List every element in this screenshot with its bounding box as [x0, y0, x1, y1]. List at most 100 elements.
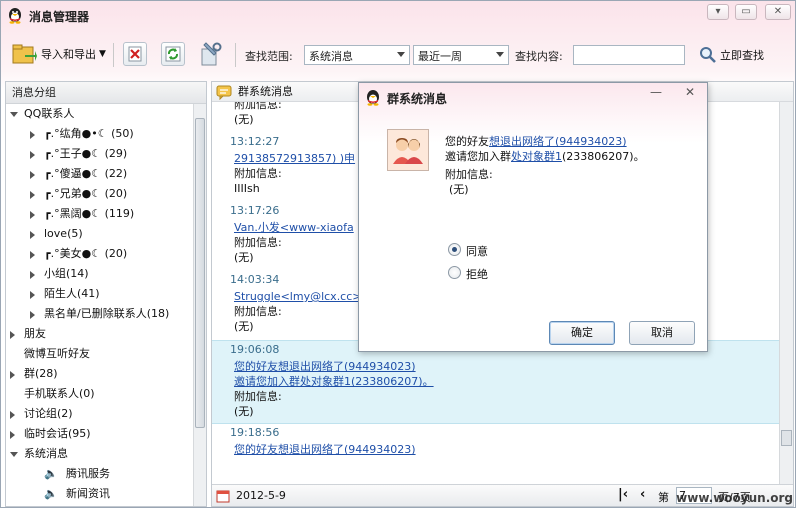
collapse-arrow-icon[interactable] — [30, 151, 35, 159]
tree-node[interactable]: 讨论组(2) — [6, 404, 206, 424]
collapse-arrow-icon[interactable] — [30, 251, 35, 259]
collapse-arrow-icon[interactable] — [30, 311, 35, 319]
message-group-sidebar: 消息分组 QQ联系人 ┏.°纮角●•☾ (50) ┏.°王子●☾ (29) ┏.°傻逼… — [5, 81, 207, 507]
tree-node[interactable]: 🔈 腾讯服务 — [6, 464, 206, 484]
message-line: 附加信息: — [234, 390, 282, 403]
import-export-label: 导入和导出 — [41, 48, 96, 61]
friend-qq-number[interactable]: (944934023) — [555, 135, 627, 148]
cancel-button[interactable]: 取消 — [629, 321, 695, 345]
scrollbar-thumb[interactable] — [195, 118, 205, 428]
refresh-button[interactable] — [161, 42, 185, 66]
range-select[interactable]: 最近一周 — [413, 45, 509, 65]
previous-page-icon[interactable]: ‹ — [640, 487, 645, 502]
expand-arrow-icon[interactable] — [10, 452, 18, 457]
collapse-arrow-icon[interactable] — [10, 331, 15, 339]
collapse-arrow-icon[interactable] — [10, 411, 15, 419]
tree-node[interactable]: ┏.°兄弟●☾ (20) — [6, 184, 206, 204]
collapse-arrow-icon[interactable] — [30, 291, 35, 299]
chevron-down-icon: ▼ — [99, 49, 106, 59]
tree-node-label: 系统消息 — [24, 447, 68, 460]
import-export-button[interactable]: 导入和导出 ▼ — [11, 41, 106, 67]
message-scrollbar[interactable] — [779, 102, 793, 484]
dialog-title: 群系统消息 — [387, 92, 448, 106]
dialog-close-button[interactable]: ✕ — [679, 86, 701, 102]
tree-node[interactable]: 朋友 — [6, 324, 206, 344]
collapse-arrow-icon[interactable] — [30, 191, 35, 199]
friends-avatar-icon — [387, 129, 429, 171]
close-button[interactable]: ✕ — [765, 4, 791, 20]
friend-link[interactable]: 想退出网络了 — [489, 135, 555, 148]
tools-button[interactable] — [198, 41, 224, 67]
chevron-down-icon — [397, 52, 405, 57]
expand-arrow-icon[interactable] — [10, 112, 18, 117]
range-value: 最近一周 — [418, 50, 462, 63]
calendar-icon[interactable] — [216, 489, 230, 503]
collapse-arrow-icon[interactable] — [10, 371, 15, 379]
message-line: 您的好友想退出网络了(944934023) — [234, 443, 416, 456]
tree-node[interactable]: ┏.°王子●☾ (29) — [6, 144, 206, 164]
tree-node[interactable]: 微博互听好友 — [6, 344, 206, 364]
collapse-arrow-icon[interactable] — [30, 271, 35, 279]
dialog-extra-value: (无) — [449, 183, 469, 196]
search-content-input[interactable] — [573, 45, 685, 65]
tree-node[interactable]: ┏.°黑阔●☾ (119) — [6, 204, 206, 224]
tree-node-label: 陌生人(41) — [44, 287, 100, 300]
tree-node[interactable]: 🔈 新闻资讯 — [6, 484, 206, 504]
message-manager-window: 消息管理器 ▾ ▭ ✕ 导入和导出 ▼ 查找范围: 系统消息 最近一周 查找内容… — [0, 0, 796, 508]
message-line: (无) — [234, 405, 254, 418]
tree-node[interactable]: 陌生人(41) — [6, 284, 206, 304]
collapse-arrow-icon[interactable] — [10, 431, 15, 439]
tree-node-label: 黑名单/已删除联系人(18) — [44, 307, 170, 320]
tree-node-label: ┏.°王子●☾ (29) — [44, 147, 128, 160]
dialog-line1-prefix: 您的好友 — [445, 135, 489, 148]
scope-select[interactable]: 系统消息 — [304, 45, 410, 65]
agree-radio[interactable] — [448, 243, 461, 256]
tree-node-label: 讨论组(2) — [24, 407, 73, 420]
ok-button[interactable]: 确定 — [549, 321, 615, 345]
collapse-arrow-icon[interactable] — [30, 211, 35, 219]
dialog-minimize-button[interactable]: — — [645, 86, 667, 102]
tree-node[interactable]: 手机联系人(0) — [6, 384, 206, 404]
agree-label[interactable]: 同意 — [466, 243, 488, 259]
reject-label[interactable]: 拒绝 — [466, 266, 488, 282]
tree-node[interactable]: 黑名单/已删除联系人(18) — [6, 304, 206, 324]
group-message-icon — [216, 85, 232, 100]
scope-value: 系统消息 — [309, 50, 353, 63]
first-page-icon[interactable]: |‹ — [618, 487, 628, 502]
delete-icon — [123, 42, 147, 66]
group-link[interactable]: 处对象群1 — [511, 150, 562, 163]
tree-node-label: 腾讯服务 — [66, 467, 110, 480]
scrollbar-thumb[interactable] — [781, 430, 792, 446]
message-item[interactable]: 19:06:08 您的好友想退出网络了(944934023) 邀请您加入群处对象群1… — [212, 340, 779, 424]
group-tree: QQ联系人 ┏.°纮角●•☾ (50) ┏.°王子●☾ (29) ┏.°傻逼●☾ (2… — [6, 104, 206, 504]
search-now-button[interactable]: 立即查找 — [699, 46, 764, 64]
collapse-arrow-icon[interactable] — [30, 231, 35, 239]
tree-node[interactable]: 临时会话(95) — [6, 424, 206, 444]
import-export-icon — [12, 44, 37, 64]
message-item[interactable]: 19:18:56 您的好友想退出网络了(944934023) — [212, 424, 779, 463]
tree-node[interactable]: 系统消息 — [6, 444, 206, 464]
tree-node-label: 新闻资讯 — [66, 487, 110, 500]
tree-node-label: 微博互听好友 — [24, 347, 90, 360]
sidebar-header: 消息分组 — [6, 82, 206, 104]
delete-button[interactable] — [123, 42, 147, 66]
tree-node[interactable]: ┏.°美女●☾ (20) — [6, 244, 206, 264]
content-label: 查找内容: — [515, 50, 563, 63]
tree-node[interactable]: love(5) — [6, 224, 206, 244]
tree-node[interactable]: QQ联系人 — [6, 104, 206, 124]
tree-node[interactable]: ┏.°纮角●•☾ (50) — [6, 124, 206, 144]
tools-icon — [201, 42, 222, 66]
tree-node-label: 临时会话(95) — [24, 427, 91, 440]
reject-radio[interactable] — [448, 266, 461, 279]
tree-node[interactable]: 群(28) — [6, 364, 206, 384]
sidebar-scrollbar[interactable] — [193, 104, 206, 506]
speaker-icon: 🔈 — [44, 487, 58, 500]
menu-dropdown-button[interactable]: ▾ — [707, 4, 729, 20]
refresh-icon — [161, 42, 185, 66]
collapse-arrow-icon[interactable] — [30, 131, 35, 139]
qq-penguin-icon — [367, 90, 379, 106]
tree-node[interactable]: ┏.°傻逼●☾ (22) — [6, 164, 206, 184]
tree-node[interactable]: 小组(14) — [6, 264, 206, 284]
maximize-button[interactable]: ▭ — [735, 4, 757, 20]
collapse-arrow-icon[interactable] — [30, 171, 35, 179]
